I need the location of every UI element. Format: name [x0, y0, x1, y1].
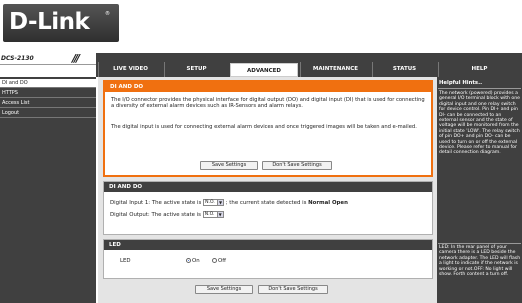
help-divider: [438, 88, 521, 89]
intro-save-button[interactable]: Save Settings: [200, 161, 258, 170]
led-section: LED LED On Off: [103, 239, 433, 279]
digital-output-select-value: N.O.: [204, 212, 215, 217]
digital-input-state-label: ; the current state detected is: [225, 200, 307, 206]
help-panel: Helpful Hints.. The network (powered) pr…: [437, 77, 522, 303]
model-bar: DCS-2130 ///: [0, 52, 96, 65]
help-text-led: LED: In the rear panel of your camera th…: [439, 245, 521, 278]
sidebar-item-https[interactable]: HTTPS: [0, 89, 96, 98]
bottom-save-button[interactable]: Save Settings: [195, 285, 253, 294]
tab-status[interactable]: STATUS: [372, 62, 436, 77]
led-label: LED: [120, 258, 131, 264]
dlink-logo: D-Link ®: [3, 4, 119, 42]
intro-section: DI AND DO The I/O connector provides the…: [103, 80, 433, 177]
digital-input-select-value: N.O.: [205, 200, 215, 205]
tab-live-video[interactable]: LIVE VIDEO: [98, 62, 162, 77]
chevron-down-icon: ▼: [216, 212, 223, 217]
help-divider: [438, 243, 521, 244]
intro-paragraph-2: The digital input is used for connecting…: [111, 124, 417, 130]
intro-title: DI AND DO: [105, 82, 431, 92]
help-text-io: The network (powered) provides a general…: [439, 91, 520, 156]
registered-mark: ®: [105, 11, 110, 17]
digital-output-row: Digital Output: The active state is N.O.…: [110, 211, 224, 218]
main-content: DI AND DO The I/O connector provides the…: [98, 77, 437, 303]
tab-advanced[interactable]: ADVANCED: [230, 63, 298, 77]
led-on-label: On: [192, 258, 200, 264]
di-do-title: DI AND DO: [104, 182, 432, 192]
tab-setup[interactable]: SETUP: [164, 62, 228, 77]
top-nav: LIVE VIDEO SETUP ADVANCED MAINTENANCE ST…: [96, 53, 522, 77]
bottom-dont-save-button[interactable]: Don't Save Settings: [258, 285, 328, 294]
model-slashes: ///: [72, 52, 80, 65]
di-do-section: DI AND DO Digital Input 1: The active st…: [103, 181, 433, 235]
intro-dont-save-button[interactable]: Don't Save Settings: [262, 161, 332, 170]
led-off-option[interactable]: Off: [212, 258, 226, 264]
digital-input-label: Digital Input 1: The active state is: [110, 200, 202, 206]
chevron-down-icon: ▼: [217, 200, 224, 205]
led-off-label: Off: [218, 258, 226, 264]
digital-input-state-value: Normal Open: [308, 200, 348, 206]
led-title: LED: [104, 240, 432, 250]
intro-paragraph-1: The I/O connector provides the physical …: [111, 97, 425, 110]
sidebar-item-access-list[interactable]: Access List: [0, 99, 96, 108]
digital-output-select[interactable]: N.O. ▼: [202, 211, 224, 218]
led-off-radio[interactable]: [212, 258, 217, 263]
sidebar-item-logout[interactable]: Logout: [0, 109, 96, 118]
logo-text: D-Link: [9, 9, 90, 35]
led-on-option[interactable]: On: [186, 258, 200, 264]
model-name: DCS-2130: [1, 55, 34, 62]
led-on-radio[interactable]: [186, 258, 191, 263]
help-title: Helpful Hints..: [439, 80, 483, 86]
digital-input-row: Digital Input 1: The active state is N.O…: [110, 199, 348, 206]
digital-input-select[interactable]: N.O. ▼: [203, 199, 225, 206]
tab-maintenance[interactable]: MAINTENANCE: [300, 62, 370, 77]
tab-help[interactable]: HELP: [438, 62, 520, 77]
digital-output-label: Digital Output: The active state is: [110, 212, 201, 218]
sidebar-item-di-and-do[interactable]: DI and DO: [0, 79, 96, 88]
header: D-Link ®: [0, 0, 522, 48]
sidebar: DI and DO HTTPS Access List Logout: [0, 77, 96, 303]
